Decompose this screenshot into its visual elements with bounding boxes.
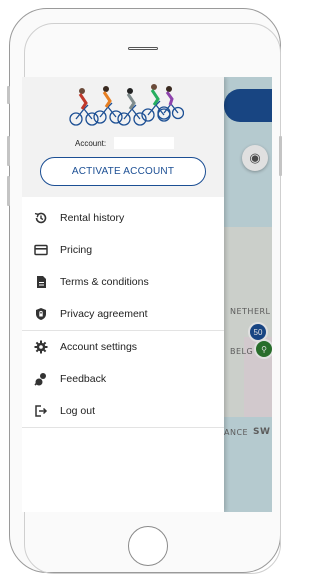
power-button [279, 136, 282, 176]
menu-item-label: Terms & conditions [60, 276, 149, 288]
drawer-menu: Rental history Pricing Terms & condition… [22, 202, 224, 428]
shield-lock-icon [34, 307, 48, 321]
home-button[interactable] [128, 526, 168, 566]
volume-up-button [7, 136, 10, 166]
menu-item-account-settings[interactable]: Account settings [22, 331, 224, 363]
menu-item-log-out[interactable]: Log out [22, 395, 224, 427]
history-icon [34, 211, 48, 225]
menu-item-feedback[interactable]: Feedback [22, 363, 224, 395]
menu-item-label: Rental history [60, 212, 125, 224]
account-value [114, 137, 174, 149]
gear-icon [34, 340, 48, 354]
menu-item-label: Log out [60, 405, 96, 417]
menu-item-privacy[interactable]: Privacy agreement [22, 298, 224, 330]
menu-divider [22, 427, 224, 428]
account-label: Account: [75, 139, 107, 148]
account-row: Account: [22, 137, 224, 151]
credit-card-icon [34, 243, 48, 257]
drawer-overlay[interactable] [224, 77, 272, 512]
document-icon [34, 275, 48, 289]
speaker-grille [128, 47, 158, 50]
menu-item-label: Privacy agreement [60, 308, 148, 320]
map-view[interactable]: ◉ NETHERL 50 BELG ⚲ ANCE SW [224, 77, 272, 512]
cyclists-illustration [69, 84, 184, 126]
mute-switch [7, 86, 10, 104]
menu-item-label: Pricing [60, 244, 93, 256]
activate-account-button[interactable]: ACTIVATE ACCOUNT [40, 157, 206, 186]
volume-down-button [7, 176, 10, 206]
feedback-icon [34, 372, 48, 386]
menu-item-pricing[interactable]: Pricing [22, 234, 224, 266]
menu-item-rental-history[interactable]: Rental history [22, 202, 224, 234]
menu-item-label: Feedback [60, 373, 107, 385]
drawer-header: Account: ACTIVATE ACCOUNT [22, 77, 224, 197]
menu-item-terms[interactable]: Terms & conditions [22, 266, 224, 298]
navigation-drawer: Account: ACTIVATE ACCOUNT Rental history… [22, 77, 224, 512]
menu-item-label: Account settings [60, 341, 138, 353]
app-screen: ◉ NETHERL 50 BELG ⚲ ANCE SW Account: ACT… [22, 77, 272, 512]
logout-icon [34, 404, 48, 418]
